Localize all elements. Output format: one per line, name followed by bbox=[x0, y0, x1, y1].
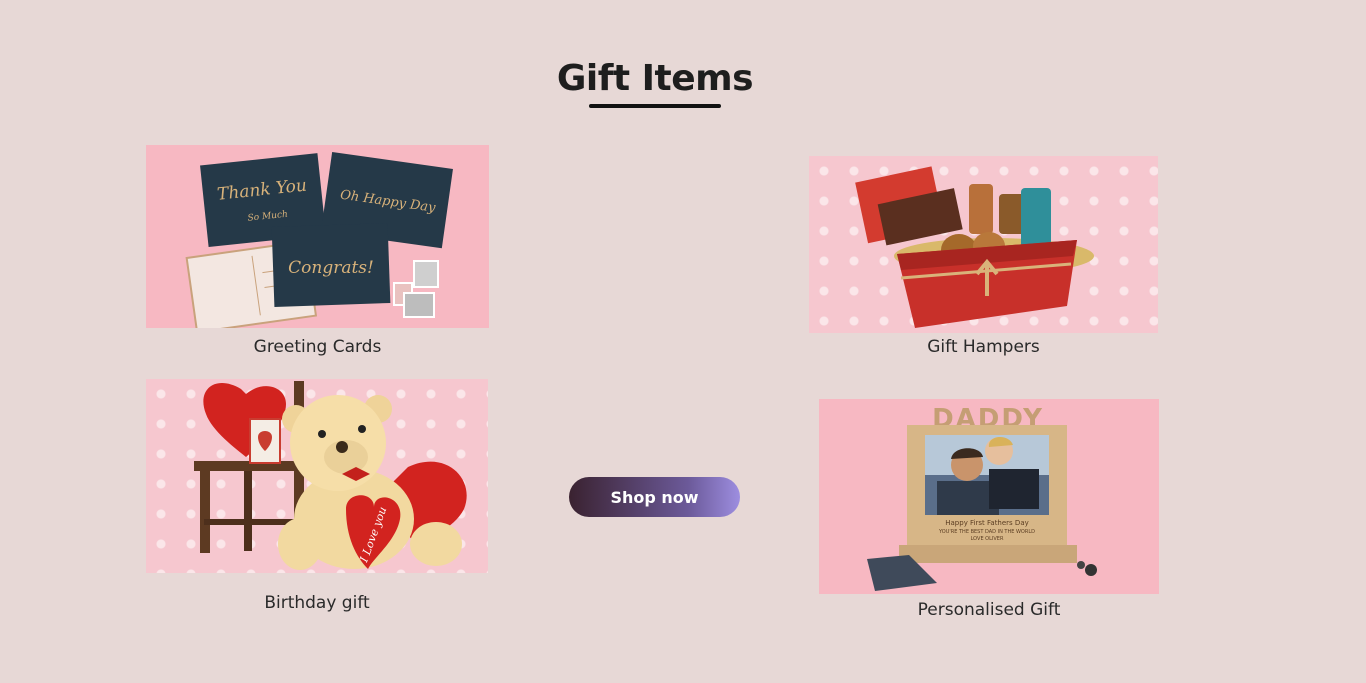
birthday-gift-image[interactable]: I Love you bbox=[146, 379, 488, 573]
frame-caption-text: Happy First Fathers Day bbox=[945, 519, 1029, 527]
birthday-gift-label[interactable]: Birthday gift bbox=[146, 593, 488, 613]
personalised-gift-image[interactable]: DADDY Happy First Fathers Day YOU'RE THE… bbox=[819, 399, 1159, 594]
gift-hampers-label[interactable]: Gift Hampers bbox=[809, 337, 1158, 357]
congrats-card-text: Congrats! bbox=[288, 258, 374, 278]
personalised-gift-label[interactable]: Personalised Gift bbox=[819, 600, 1159, 620]
greeting-cards-label[interactable]: Greeting Cards bbox=[146, 337, 489, 357]
shop-now-button[interactable]: Shop now bbox=[569, 477, 740, 517]
title-underline bbox=[589, 104, 721, 108]
gift-hampers-image[interactable] bbox=[809, 156, 1158, 333]
frame-line2-text: YOU'RE THE BEST DAD IN THE WORLD bbox=[938, 529, 1035, 535]
frame-name-text: LOVE OLIVER bbox=[971, 536, 1004, 542]
section-title: Gift Items bbox=[556, 58, 754, 99]
greeting-cards-image[interactable]: Thank You So Much Oh Happy Day Congrats! bbox=[146, 145, 489, 328]
